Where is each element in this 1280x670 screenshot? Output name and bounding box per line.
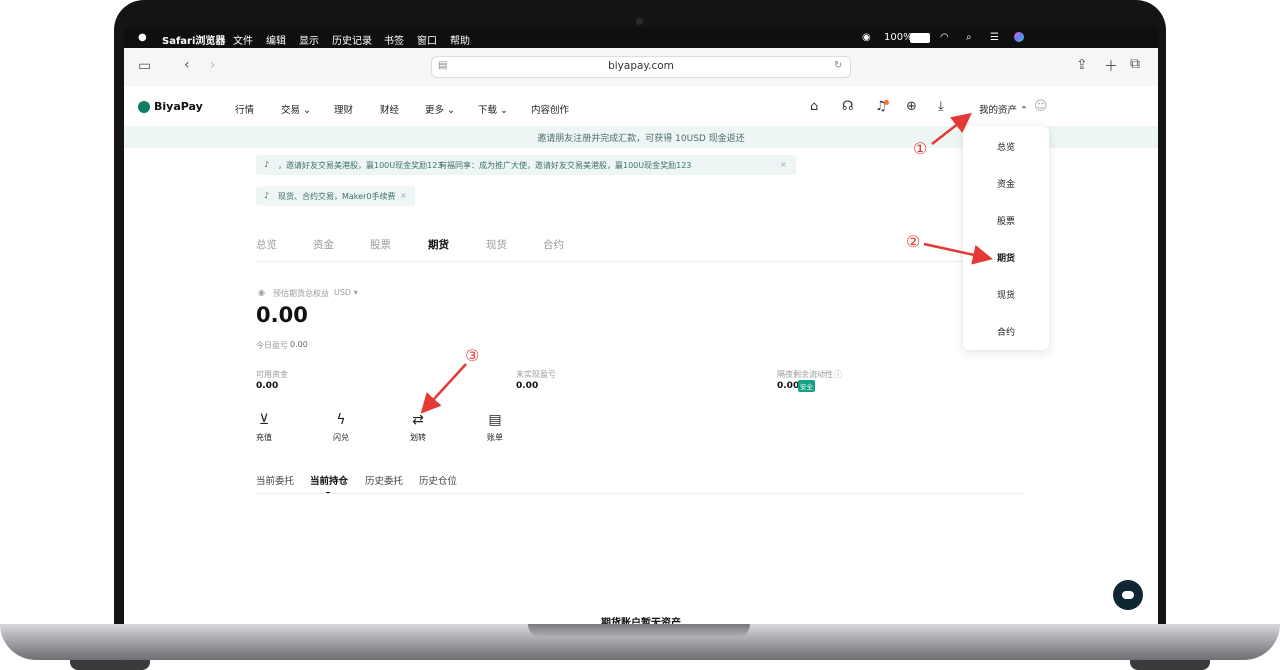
laptop-foot-left: [70, 660, 150, 670]
laptop-notch: [528, 624, 750, 638]
laptop-foot-right: [1130, 660, 1210, 670]
arrow-1: [931, 112, 972, 145]
annotation-arrows: [420, 112, 993, 414]
screen: ● Safari浏览器 文件 编辑 显示 历史记录 书签 窗口 帮助 ◉ 100…: [124, 28, 1158, 624]
arrow-3: [420, 363, 467, 414]
arrow-2: [923, 242, 993, 265]
camera: [636, 18, 643, 25]
